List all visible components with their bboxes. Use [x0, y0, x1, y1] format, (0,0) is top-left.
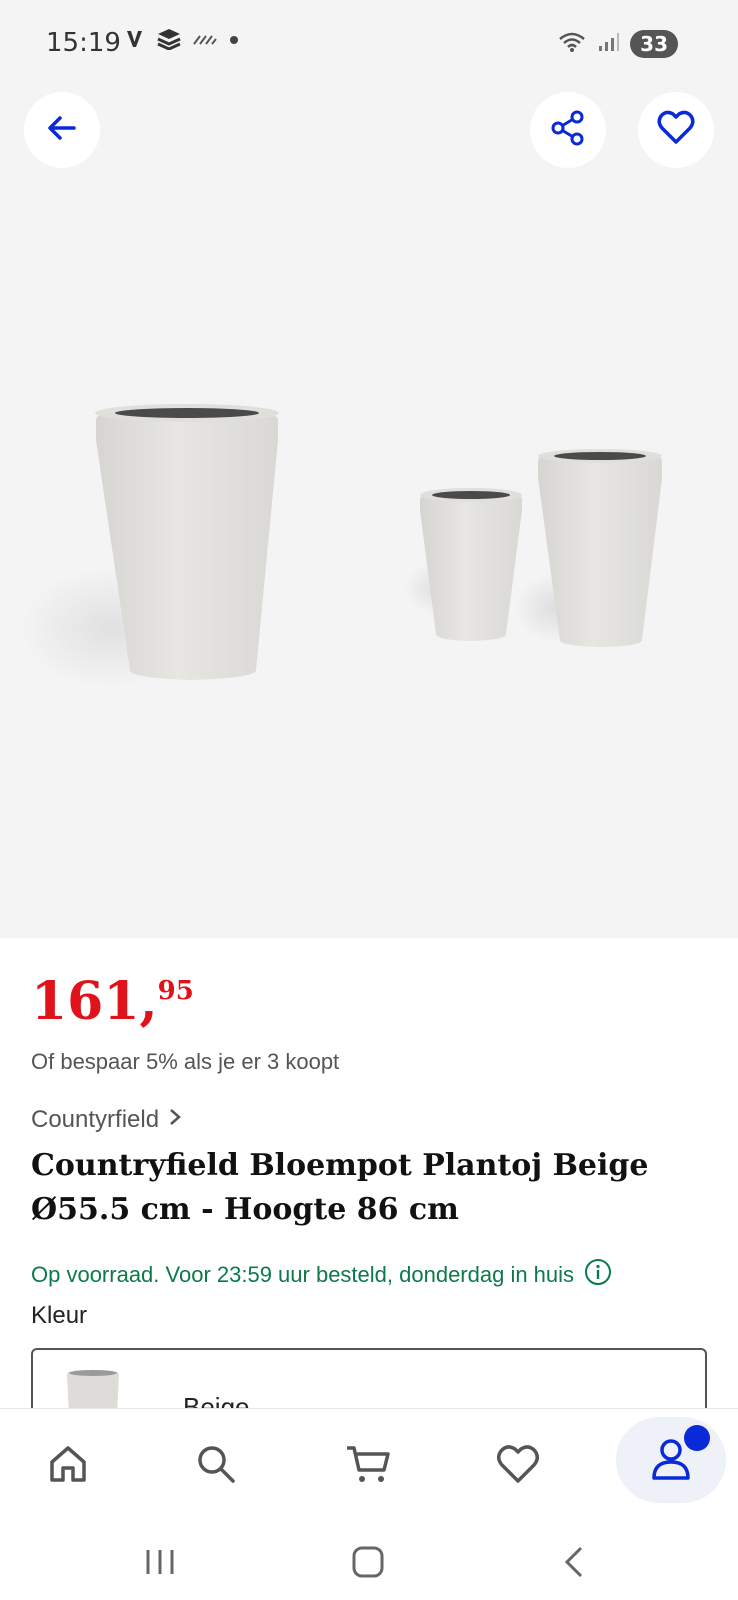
chevron-right-icon [167, 1106, 183, 1134]
wifi-icon [558, 31, 588, 58]
nav-cart[interactable] [328, 1431, 408, 1501]
share-button[interactable] [530, 92, 606, 168]
price-integer: 161, [31, 971, 158, 1032]
chevron-left-icon [561, 1545, 587, 1584]
color-label: Kleur [31, 1302, 88, 1329]
home-icon [46, 1442, 90, 1491]
dot-icon [228, 33, 240, 51]
price: 161,95 [31, 976, 194, 1028]
vodafone-icon [124, 28, 146, 55]
price-decimals: 95 [157, 976, 194, 1006]
product-title: Countryfield Bloempot Plantoj Beige Ø55.… [31, 1148, 649, 1227]
recent-apps-button[interactable] [130, 1544, 190, 1584]
heart-icon [656, 108, 696, 153]
stock-status: Op voorraad. Voor 23:59 uur besteld, don… [31, 1258, 612, 1292]
signal-strength-icon [192, 32, 218, 51]
favorite-button[interactable] [638, 92, 714, 168]
system-navigation [0, 1524, 738, 1600]
status-time: 15:19 [46, 28, 121, 58]
brand-name: Countyrfield [31, 1106, 160, 1133]
status-bar: 15:19 33 [0, 0, 738, 68]
back-button[interactable] [24, 92, 100, 168]
stack-icon [156, 28, 182, 55]
search-icon [194, 1442, 238, 1491]
home-button[interactable] [338, 1544, 398, 1584]
battery-icon: 33 [630, 30, 678, 58]
heart-icon [495, 1443, 541, 1490]
nav-wishlist[interactable] [478, 1431, 558, 1501]
nav-search[interactable] [176, 1431, 256, 1501]
nav-account[interactable] [616, 1417, 726, 1503]
bulk-discount-text: Of bespaar 5% als je er 3 koopt [31, 1049, 340, 1074]
product-image[interactable] [0, 68, 738, 938]
cell-signal-icon [598, 32, 620, 57]
cart-icon [344, 1442, 392, 1491]
product-photo [20, 404, 662, 688]
notification-dot [684, 1425, 710, 1451]
bottom-navigation [0, 1408, 738, 1524]
recent-apps-icon [143, 1547, 177, 1582]
back-arrow-icon [44, 110, 80, 151]
nav-home[interactable] [28, 1431, 108, 1501]
system-back-button[interactable] [544, 1544, 604, 1584]
brand-link[interactable]: Countyrfield [31, 1106, 183, 1134]
home-square-icon [350, 1544, 386, 1585]
share-icon [548, 108, 588, 153]
status-left-icons [124, 28, 240, 55]
stock-text: Op voorraad. Voor 23:59 uur besteld, don… [31, 1262, 575, 1287]
info-icon[interactable] [584, 1258, 612, 1292]
status-right-icons: 33 [558, 30, 678, 58]
